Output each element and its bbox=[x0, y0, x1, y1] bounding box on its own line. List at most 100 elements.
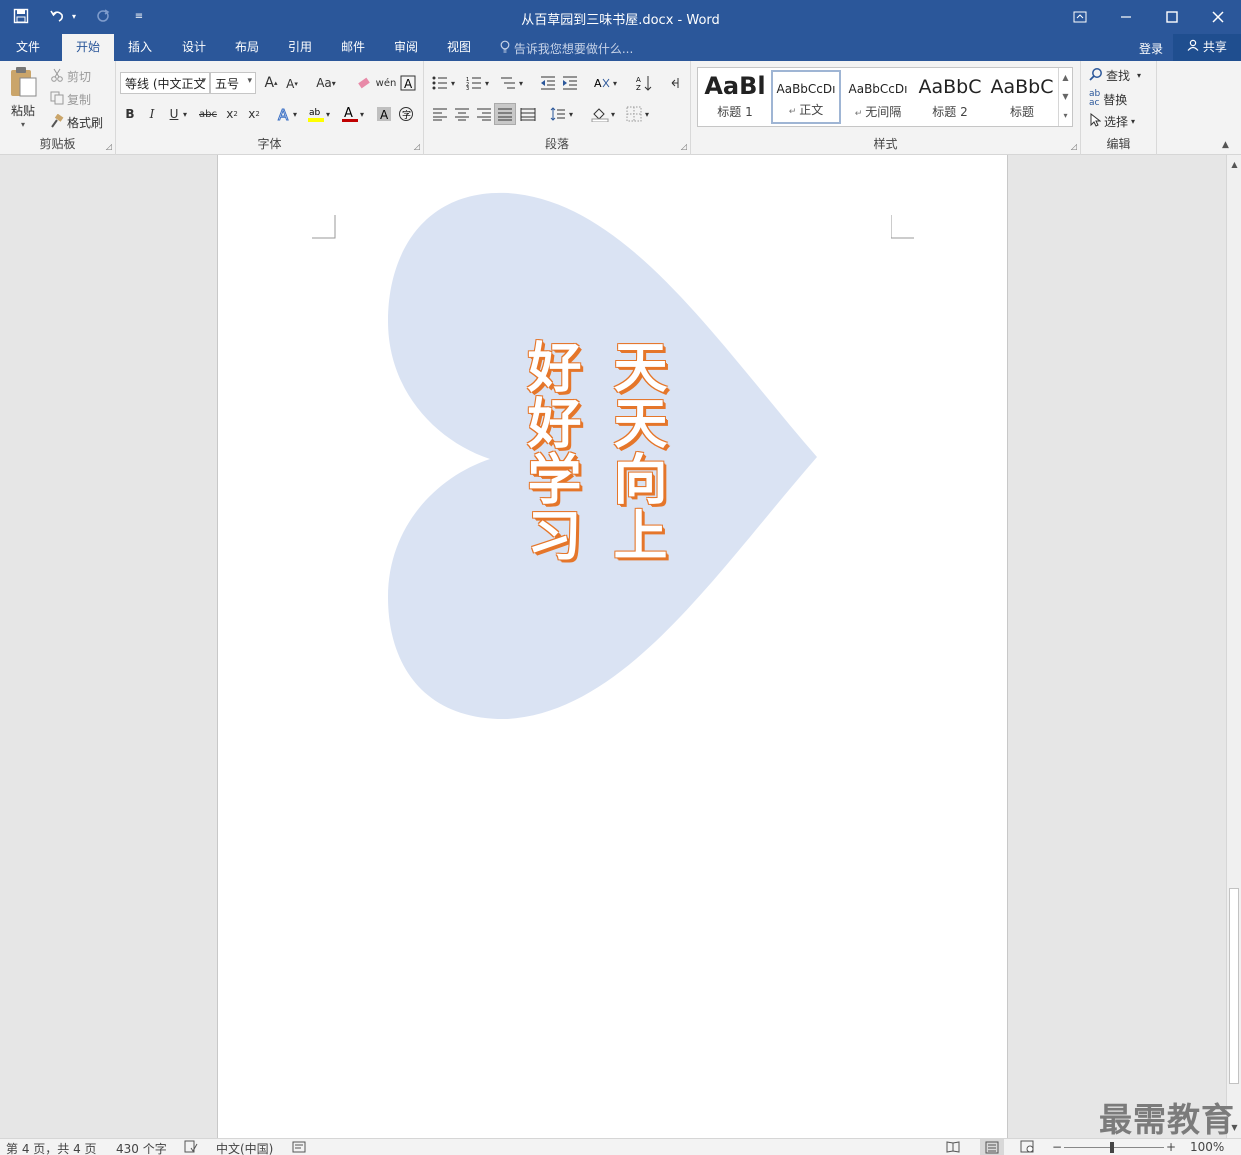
chevron-down-icon[interactable]: ▾ bbox=[323, 104, 333, 124]
vertical-scrollbar[interactable]: ▲ ▼ bbox=[1226, 155, 1241, 1138]
web-layout-icon[interactable] bbox=[1020, 1140, 1034, 1155]
scroll-up-icon[interactable]: ▲ bbox=[1227, 157, 1241, 173]
subscript-button[interactable]: x2 bbox=[222, 104, 242, 124]
dialog-launcher-icon[interactable]: ◿ bbox=[414, 142, 420, 151]
tab-references[interactable]: 引用 bbox=[278, 34, 322, 61]
gallery-more-icon[interactable]: ▾ bbox=[1059, 106, 1072, 125]
character-border-icon[interactable]: A bbox=[398, 73, 418, 93]
enclose-characters-icon[interactable]: 字 bbox=[396, 104, 416, 124]
maximize-icon[interactable] bbox=[1149, 0, 1195, 34]
zoom-out-icon[interactable]: − bbox=[1052, 1140, 1062, 1154]
format-painter-button[interactable]: 格式刷 bbox=[50, 113, 103, 131]
page-count[interactable]: 第 4 页，共 4 页 bbox=[6, 1140, 97, 1155]
word-count[interactable]: 430 个字 bbox=[116, 1140, 167, 1155]
zoom-in-icon[interactable]: + bbox=[1166, 1140, 1176, 1154]
character-shading-icon[interactable]: A bbox=[374, 104, 394, 124]
macro-icon[interactable] bbox=[292, 1140, 306, 1155]
tab-insert[interactable]: 插入 bbox=[118, 34, 162, 61]
chevron-down-icon[interactable]: ▾ bbox=[448, 73, 458, 93]
dialog-launcher-icon[interactable]: ◿ bbox=[1071, 142, 1077, 151]
find-button[interactable]: 查找 ▾ bbox=[1089, 67, 1141, 84]
grow-font-button[interactable]: A ▴ bbox=[261, 73, 281, 93]
share-button[interactable]: 共享 bbox=[1173, 34, 1241, 61]
decrease-indent-icon[interactable] bbox=[538, 73, 558, 93]
chevron-down-icon[interactable]: ▾ bbox=[642, 104, 652, 124]
numbering-icon[interactable]: 123 bbox=[464, 73, 484, 93]
tab-view[interactable]: 视图 bbox=[437, 34, 481, 61]
close-icon[interactable] bbox=[1195, 0, 1241, 34]
chevron-down-icon[interactable]: ▾ bbox=[566, 104, 576, 124]
tab-review[interactable]: 审阅 bbox=[384, 34, 428, 61]
chevron-down-icon[interactable]: ▾ bbox=[516, 73, 526, 93]
bold-button[interactable]: B bbox=[120, 104, 140, 124]
chinese-layout-icon[interactable]: A bbox=[592, 73, 612, 93]
style-sample: AaBl bbox=[704, 72, 766, 100]
editing-group: 查找 ▾ ab ac 替换 选择 ▾ 编辑 bbox=[1081, 61, 1157, 155]
chevron-down-icon[interactable]: ▾ bbox=[357, 104, 367, 124]
collapse-ribbon-icon[interactable]: ▲ bbox=[1222, 140, 1229, 150]
style-name: ↵ 正文 bbox=[788, 103, 824, 117]
borders-icon[interactable] bbox=[624, 104, 644, 124]
style-normal[interactable]: AaBbCcDı ↵ 正文 bbox=[771, 70, 841, 124]
tab-file[interactable]: 文件 bbox=[6, 34, 50, 61]
style-title[interactable]: AaBbC 标题 bbox=[987, 70, 1057, 124]
paste-button[interactable]: 粘贴 ▾ bbox=[8, 66, 38, 129]
vertical-text-line-1[interactable]: 天天向上 bbox=[596, 339, 675, 563]
style-heading-2[interactable]: AaBbC 标题 2 bbox=[915, 70, 985, 124]
style-no-spacing[interactable]: AaBbCcDı ↵ 无间隔 bbox=[843, 70, 913, 124]
login-link[interactable]: 登录 bbox=[1139, 40, 1163, 57]
show-marks-icon[interactable] bbox=[664, 73, 684, 93]
tab-home[interactable]: 开始 bbox=[62, 34, 114, 61]
multilevel-list-icon[interactable] bbox=[498, 73, 518, 93]
select-button[interactable]: 选择 ▾ bbox=[1089, 112, 1135, 130]
tab-layout[interactable]: 布局 bbox=[225, 34, 269, 61]
copy-button[interactable]: 复制 bbox=[50, 91, 91, 108]
align-left-icon[interactable] bbox=[430, 104, 450, 124]
vertical-text-line-2[interactable]: 好好学习 bbox=[510, 339, 589, 563]
tell-me-box[interactable]: 告诉我您想要做什么... bbox=[500, 40, 633, 57]
cut-button[interactable]: 剪切 bbox=[50, 68, 91, 85]
read-mode-icon[interactable] bbox=[946, 1140, 960, 1155]
zoom-slider-handle[interactable] bbox=[1110, 1142, 1114, 1153]
replace-button[interactable]: ab ac 替换 bbox=[1089, 90, 1127, 108]
proofing-icon[interactable] bbox=[184, 1140, 198, 1155]
minimize-icon[interactable] bbox=[1103, 0, 1149, 34]
chevron-down-icon[interactable]: ▾ bbox=[610, 73, 620, 93]
zoom-level[interactable]: 100% bbox=[1190, 1140, 1224, 1154]
tab-design[interactable]: 设计 bbox=[172, 34, 216, 61]
chevron-down-icon[interactable]: ▾ bbox=[290, 104, 300, 124]
increase-indent-icon[interactable] bbox=[560, 73, 580, 93]
strikethrough-button[interactable]: abc bbox=[196, 104, 220, 124]
shading-icon[interactable] bbox=[590, 104, 610, 124]
italic-button[interactable]: I bbox=[142, 104, 162, 124]
zoom-slider[interactable] bbox=[1064, 1147, 1164, 1148]
language[interactable]: 中文(中国) bbox=[216, 1140, 273, 1155]
scroll-thumb[interactable] bbox=[1229, 888, 1239, 1084]
underline-dropdown-icon[interactable]: ▾ bbox=[180, 104, 190, 124]
chevron-down-icon[interactable]: ▾ bbox=[482, 73, 492, 93]
shrink-font-button[interactable]: A ▾ bbox=[282, 74, 302, 94]
font-name-combo[interactable]: 等线 (中文正文 ▾ bbox=[120, 72, 210, 94]
phonetic-guide-icon[interactable]: wén bbox=[376, 73, 397, 93]
sort-icon[interactable]: AZ bbox=[634, 73, 654, 93]
ribbon-display-icon[interactable] bbox=[1057, 0, 1103, 34]
distributed-icon[interactable] bbox=[518, 104, 538, 124]
dialog-launcher-icon[interactable]: ◿ bbox=[681, 142, 687, 151]
clear-formatting-icon[interactable] bbox=[354, 73, 374, 93]
justify-icon[interactable] bbox=[494, 103, 516, 125]
line-spacing-icon[interactable] bbox=[548, 104, 568, 124]
bullets-icon[interactable] bbox=[430, 73, 450, 93]
font-size-combo[interactable]: 五号 ▾ bbox=[210, 72, 256, 94]
tab-mailings[interactable]: 邮件 bbox=[331, 34, 375, 61]
scroll-down-icon[interactable]: ▼ bbox=[1059, 87, 1072, 106]
scroll-up-icon[interactable]: ▲ bbox=[1059, 68, 1072, 87]
document-page[interactable]: 天天向上 好好学习 bbox=[217, 155, 1008, 1138]
change-case-button[interactable]: Aa ▾ bbox=[312, 73, 340, 93]
print-layout-icon[interactable] bbox=[980, 1139, 1004, 1155]
dialog-launcher-icon[interactable]: ◿ bbox=[106, 142, 112, 151]
style-heading-1[interactable]: AaBl 标题 1 bbox=[700, 70, 770, 124]
superscript-button[interactable]: x2 bbox=[244, 104, 264, 124]
chevron-down-icon[interactable]: ▾ bbox=[608, 104, 618, 124]
align-right-icon[interactable] bbox=[474, 104, 494, 124]
align-center-icon[interactable] bbox=[452, 104, 472, 124]
